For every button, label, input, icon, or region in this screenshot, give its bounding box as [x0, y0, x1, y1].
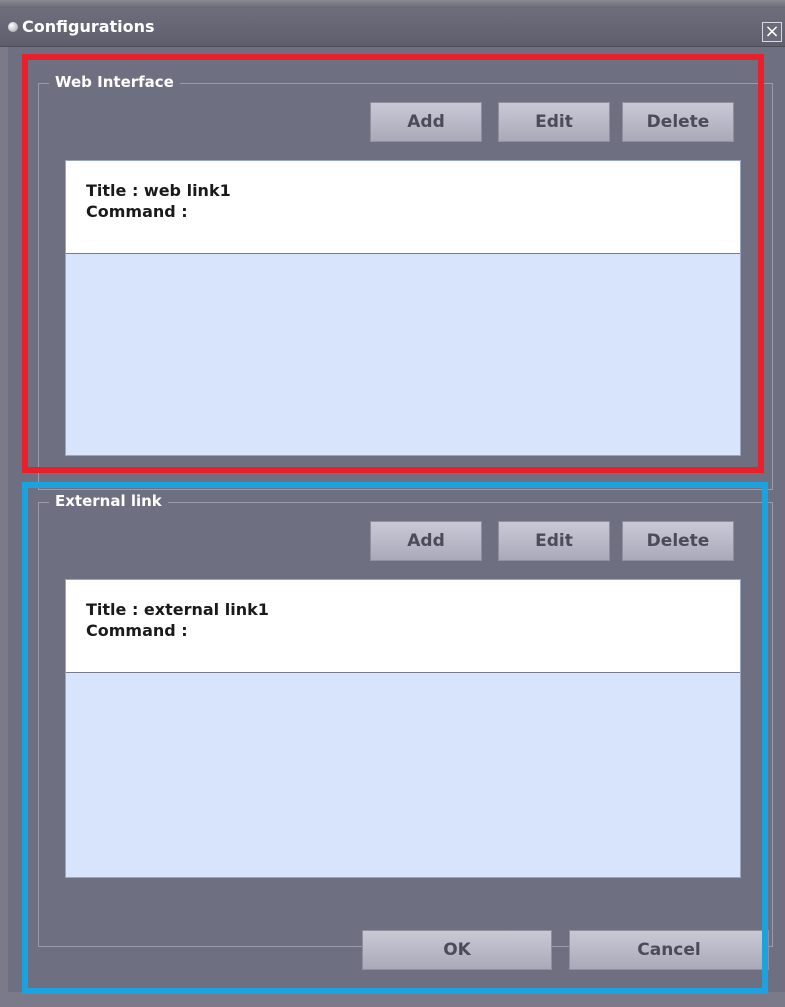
external-delete-button[interactable]: Delete	[622, 521, 734, 561]
web-interface-legend: Web Interface	[49, 73, 180, 91]
web-interface-group: Web Interface Add Edit Delete Title : we…	[38, 73, 773, 490]
ok-button[interactable]: OK	[362, 930, 552, 970]
external-link-list[interactable]: Title : external link1 Command :	[65, 579, 741, 878]
item-title: Title : web link1	[86, 181, 231, 200]
list-item[interactable]: Title : web link1 Command :	[66, 161, 740, 254]
item-command: Command :	[86, 621, 188, 640]
web-add-button[interactable]: Add	[370, 102, 482, 142]
window-title: Configurations	[22, 17, 155, 36]
app-dot-icon	[8, 22, 18, 32]
item-title: Title : external link1	[86, 600, 269, 619]
external-add-button[interactable]: Add	[370, 521, 482, 561]
external-link-group: External link Add Edit Delete Title : ex…	[38, 492, 773, 947]
close-icon: ×	[764, 21, 780, 42]
configurations-dialog: Web Interface Add Edit Delete Title : we…	[8, 47, 785, 992]
web-delete-button[interactable]: Delete	[622, 102, 734, 142]
external-edit-button[interactable]: Edit	[498, 521, 610, 561]
title-bar[interactable]: Configurations ×	[0, 8, 785, 47]
close-button[interactable]: ×	[762, 22, 782, 42]
item-command: Command :	[86, 202, 188, 221]
external-link-legend: External link	[49, 492, 168, 510]
screenshot: Configurations × Web Interface Add Edit …	[0, 0, 785, 1007]
web-edit-button[interactable]: Edit	[498, 102, 610, 142]
cancel-button[interactable]: Cancel	[569, 930, 769, 970]
list-item[interactable]: Title : external link1 Command :	[66, 580, 740, 673]
web-link-list[interactable]: Title : web link1 Command :	[65, 160, 741, 456]
